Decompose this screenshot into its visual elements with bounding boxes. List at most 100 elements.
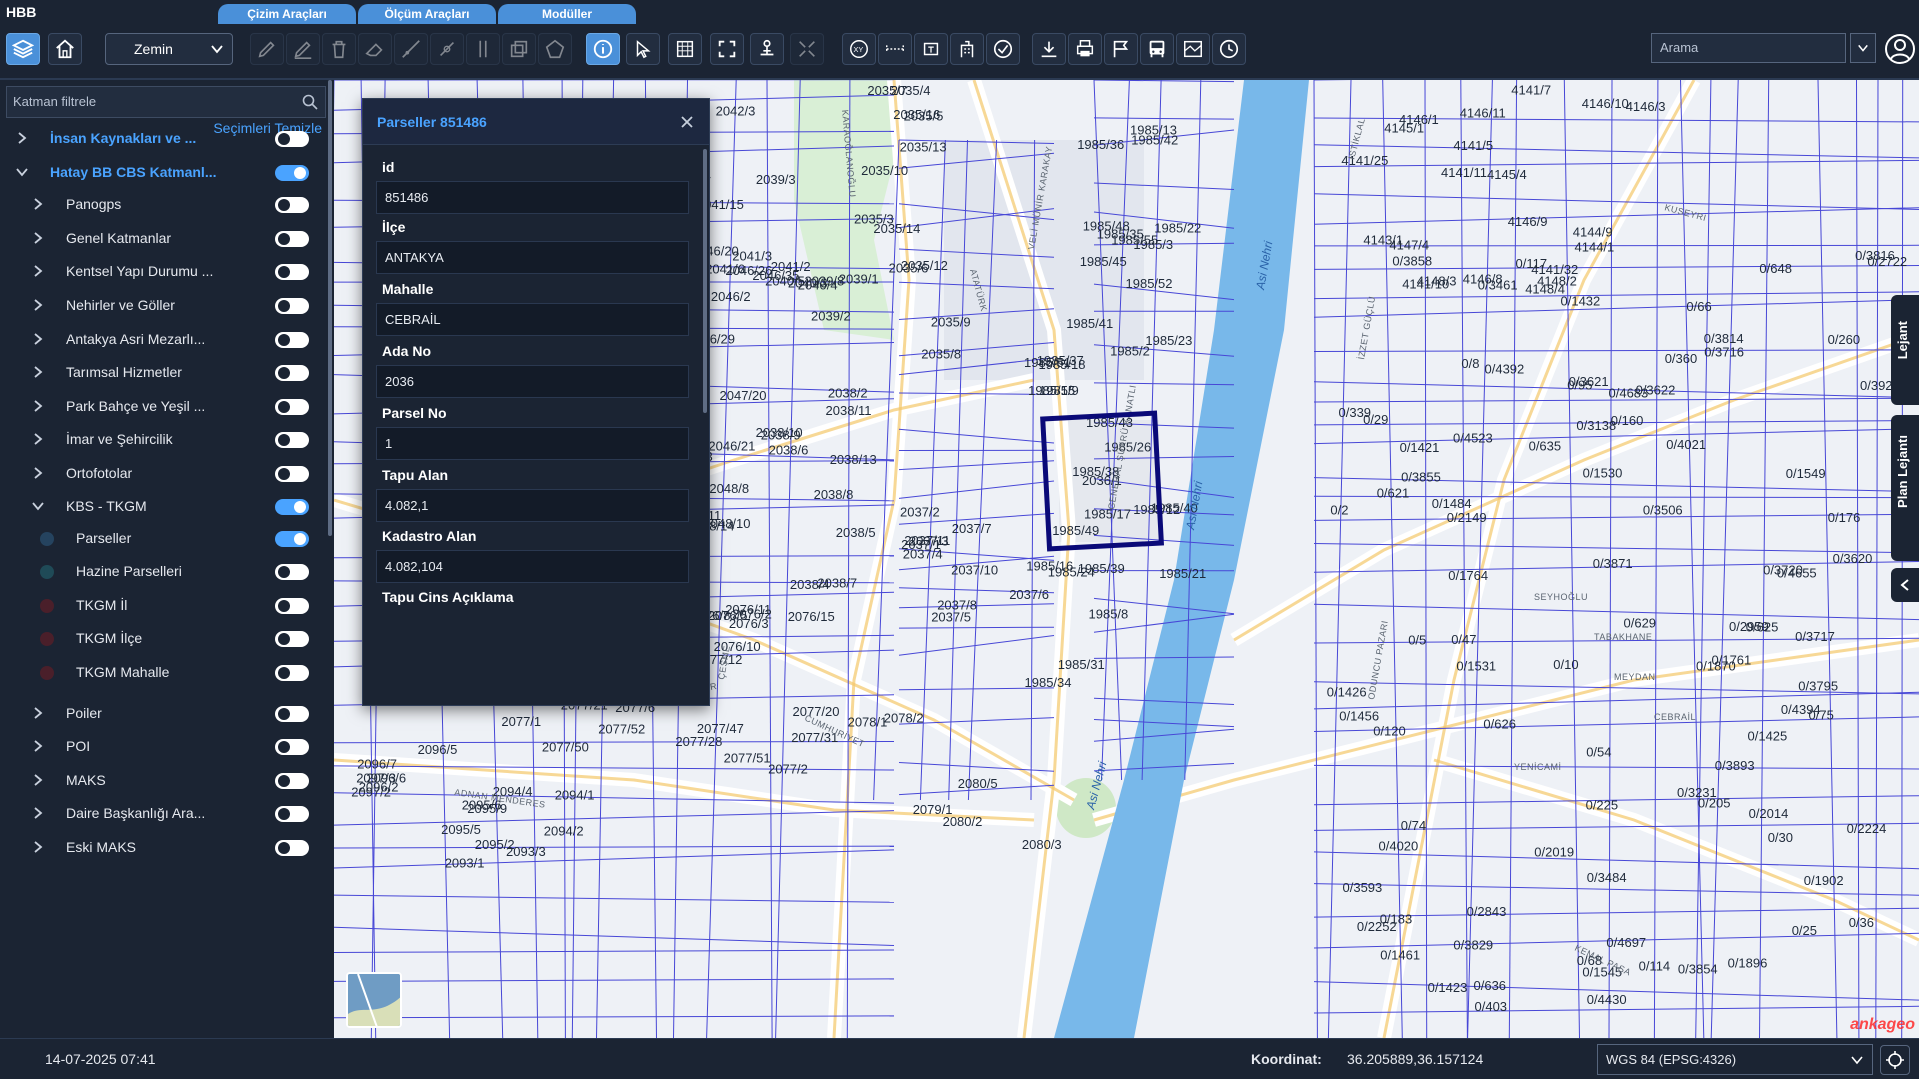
search-type-dropdown[interactable] [1850,33,1876,63]
edit-button[interactable] [286,33,320,65]
chevron-right-icon[interactable] [30,230,46,246]
search-input[interactable]: Arama [1651,33,1846,63]
basemap-thumbnail[interactable] [346,972,402,1028]
layer-visibility-toggle[interactable] [275,840,309,856]
layer-row[interactable]: TKGM İlçe [0,622,320,654]
delete-button[interactable] [322,33,356,65]
chevron-right-icon[interactable] [30,263,46,279]
building-button[interactable] [950,33,984,65]
copy-button[interactable] [502,33,536,65]
basemap-select[interactable]: Zemin [105,33,233,65]
layer-visibility-toggle[interactable] [275,466,309,482]
vertex-button[interactable] [430,33,464,65]
print-button[interactable] [1068,33,1102,65]
split-button[interactable] [394,33,428,65]
layers-button[interactable] [6,33,40,65]
layer-row[interactable]: Genel Katmanlar [0,222,320,254]
close-icon[interactable] [677,112,697,132]
layer-row[interactable]: Ortofotolar [0,457,320,489]
layer-row[interactable]: Daire Başkanlığı Ara... [0,797,320,829]
layer-visibility-toggle[interactable] [275,365,309,381]
layer-row[interactable]: Kentsel Yapı Durumu ... [0,255,320,287]
parallel-button[interactable] [466,33,500,65]
layer-row[interactable]: İmar ve Şehircilik [0,423,320,455]
layer-visibility-toggle[interactable] [275,131,309,147]
legend-tab[interactable]: Lejant [1891,295,1919,405]
layer-row[interactable]: Parseller [0,522,320,554]
chevron-right-icon[interactable] [30,331,46,347]
layer-row[interactable]: Park Bahçe ve Yeşil ... [0,390,320,422]
tab-measure-tools[interactable]: Ölçüm Araçları [358,4,496,24]
chevron-right-icon[interactable] [14,130,30,146]
chevron-right-icon[interactable] [30,297,46,313]
chevron-down-icon[interactable] [30,498,46,514]
transit-button[interactable] [1140,33,1174,65]
layer-row[interactable]: TKGM Mahalle [0,656,320,688]
check-button[interactable] [986,33,1020,65]
layer-visibility-toggle[interactable] [275,773,309,789]
layer-row[interactable]: KBS - TKGM [0,490,320,522]
layer-row[interactable]: Hatay BB CBS Katmanl... [0,156,320,188]
xy-button[interactable]: XY [842,33,876,65]
layer-visibility-toggle[interactable] [275,665,309,681]
layer-visibility-toggle[interactable] [275,564,309,580]
chevron-right-icon[interactable] [30,196,46,212]
chevron-right-icon[interactable] [30,805,46,821]
layer-row[interactable]: MAKS [0,764,320,796]
measure-area-button[interactable] [914,33,948,65]
measure-distance-button[interactable] [878,33,912,65]
history-button[interactable] [1212,33,1246,65]
layer-visibility-toggle[interactable] [275,332,309,348]
download-button[interactable] [1032,33,1066,65]
pin-button[interactable] [750,33,784,65]
layer-visibility-toggle[interactable] [275,531,309,547]
locate-button[interactable] [1880,1045,1910,1075]
layer-visibility-toggle[interactable] [275,499,309,515]
select-button[interactable] [626,33,660,65]
chevron-right-icon[interactable] [30,772,46,788]
layer-visibility-toggle[interactable] [275,399,309,415]
table-button[interactable] [668,33,702,65]
map-compare-button[interactable] [1176,33,1210,65]
flag-button[interactable] [1104,33,1138,65]
chevron-right-icon[interactable] [30,705,46,721]
user-account-button[interactable] [1884,33,1916,65]
chevron-right-icon[interactable] [30,839,46,855]
layer-visibility-toggle[interactable] [275,806,309,822]
layer-visibility-toggle[interactable] [275,631,309,647]
chevron-down-icon[interactable] [14,164,30,180]
layer-filter-input[interactable]: Katman filtrele [6,86,326,118]
chevron-right-icon[interactable] [30,431,46,447]
layer-row[interactable]: Tarımsal Hizmetler [0,356,320,388]
fullscreen-button[interactable] [790,33,824,65]
layer-visibility-toggle[interactable] [275,197,309,213]
tab-modules[interactable]: Modüller [498,4,636,24]
layer-visibility-toggle[interactable] [275,432,309,448]
layer-visibility-toggle[interactable] [275,706,309,722]
layer-visibility-toggle[interactable] [275,598,309,614]
layer-visibility-toggle[interactable] [275,165,309,181]
layer-visibility-toggle[interactable] [275,739,309,755]
draw-line-button[interactable] [250,33,284,65]
eraser-button[interactable] [358,33,392,65]
layer-row[interactable]: Eski MAKS [0,831,320,863]
chevron-right-icon[interactable] [30,364,46,380]
layer-row[interactable]: Hazine Parselleri [0,555,320,587]
layer-row[interactable]: Panogps [0,188,320,220]
layer-visibility-toggle[interactable] [275,264,309,280]
layer-row[interactable]: POI [0,730,320,762]
crs-select[interactable]: WGS 84 (EPSG:4326) [1597,1044,1873,1075]
polygon-button[interactable] [538,33,572,65]
layer-visibility-toggle[interactable] [275,298,309,314]
layer-panel-scrollbar[interactable] [328,80,332,536]
extent-button[interactable] [710,33,744,65]
popup-scrollbar[interactable] [703,149,707,413]
layer-row[interactable]: Nehirler ve Göller [0,289,320,321]
layer-row[interactable]: Antakya Asri Mezarlı... [0,323,320,355]
chevron-right-icon[interactable] [30,465,46,481]
collapse-panel-button[interactable] [1891,568,1919,602]
info-button[interactable] [586,33,620,65]
layer-visibility-toggle[interactable] [275,231,309,247]
layer-row[interactable]: Poiler [0,697,320,729]
chevron-right-icon[interactable] [30,398,46,414]
